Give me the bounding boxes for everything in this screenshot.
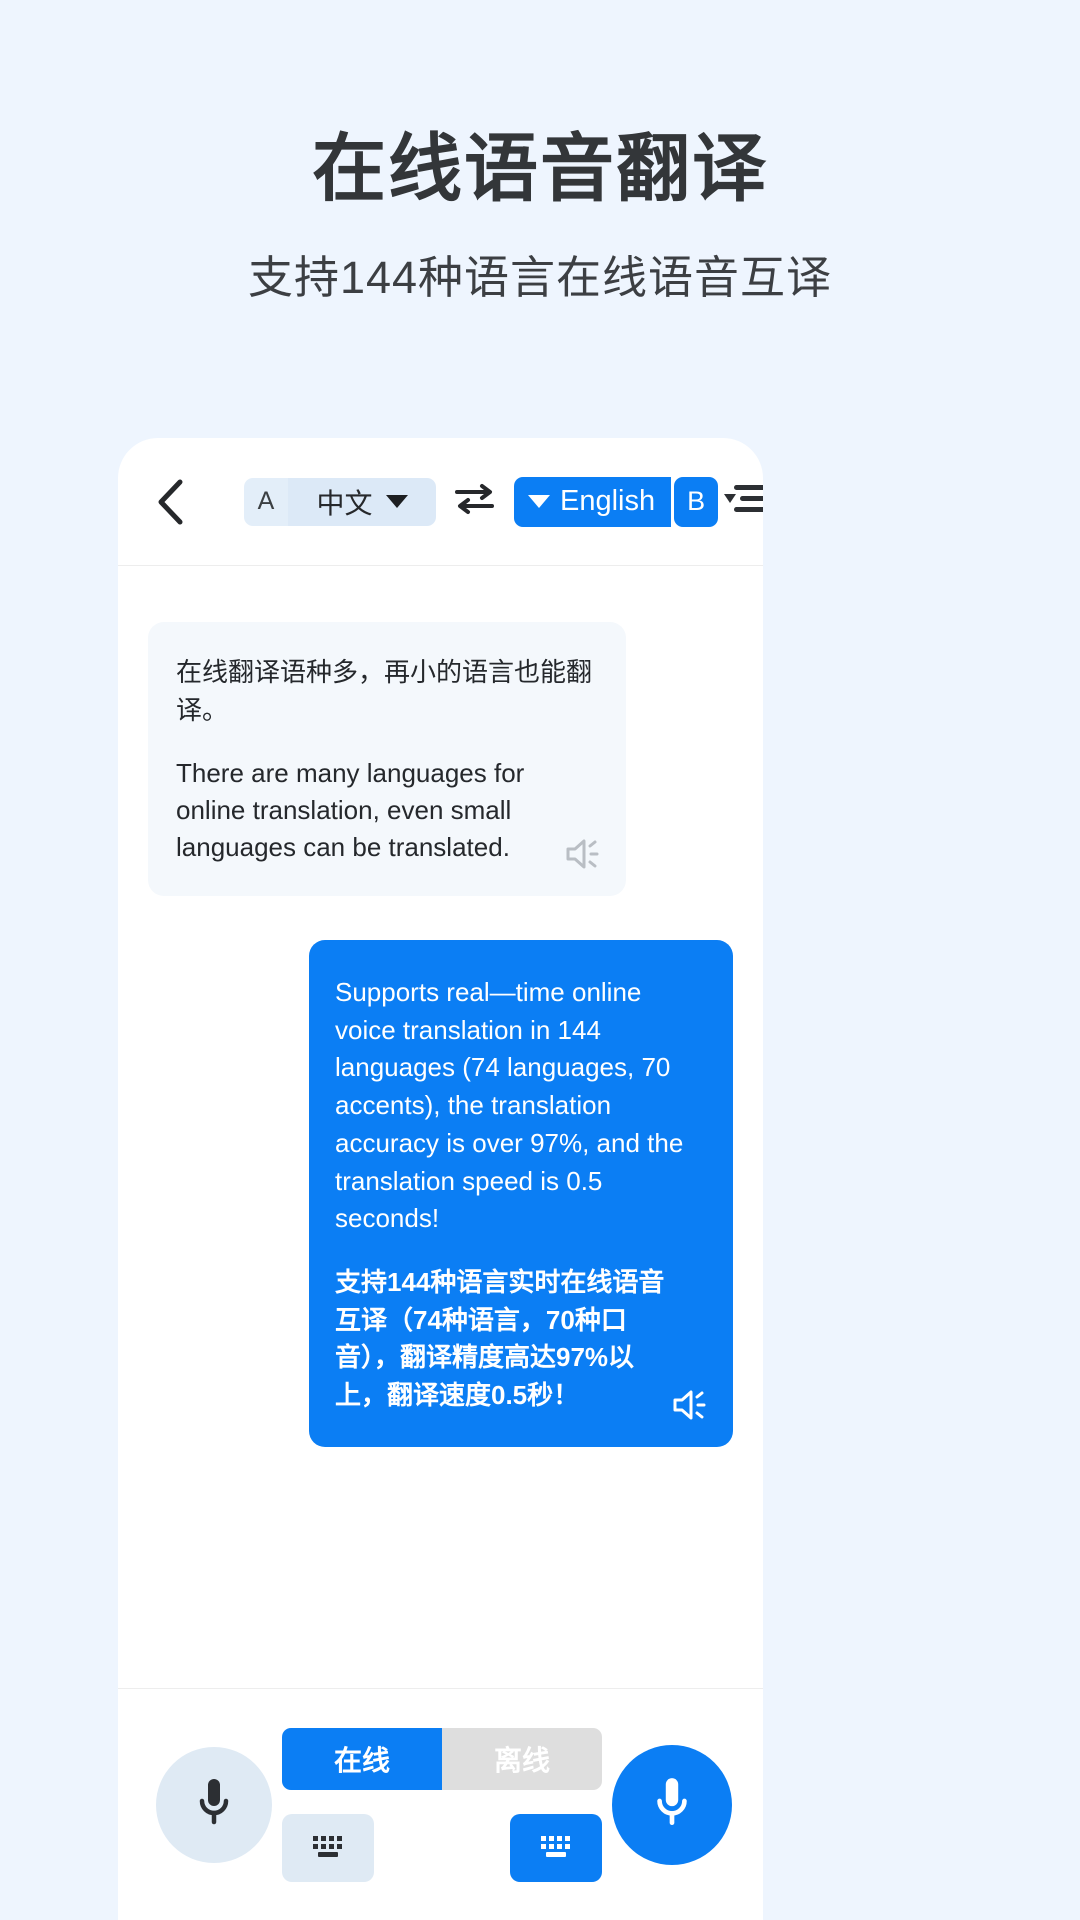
source-language-button[interactable]: 中文 [288,477,436,526]
mic-button-left[interactable] [156,1746,272,1863]
promo-screenshot: 在线语音翻译 支持144种语言在线语音互译 A 中文 English B 在线翻… [0,0,1080,1920]
bottom-toolbar: 在线 离线 [118,1688,763,1920]
speaker-icon[interactable] [671,1387,711,1423]
speaker-b-badge[interactable]: B [674,476,719,527]
language-selector-group: A 中文 English B [244,476,719,527]
speaker-icon[interactable] [564,836,604,872]
message-bubble-outgoing[interactable]: Supports real—time online voice translat… [309,940,733,1447]
mode-offline-tab[interactable]: 离线 [442,1727,602,1790]
keyboard-icon [533,1829,579,1866]
keyboard-button-right[interactable] [510,1813,602,1882]
phone-mockup: A 中文 English B 在线翻译语种多，再小的语言也能翻译。 There … [118,438,763,1920]
page-subtitle: 支持144种语言在线语音互译 [247,252,833,304]
message-source-text: Supports real—time online voice translat… [335,977,684,1234]
back-button[interactable] [146,479,192,525]
speaker-a-badge[interactable]: A [244,477,288,526]
microphone-icon [192,1774,236,1835]
mic-button-right[interactable] [612,1744,732,1865]
message-bubble-incoming[interactable]: 在线翻译语种多，再小的语言也能翻译。 There are many langua… [148,622,626,897]
message-translated-text: There are many languages for online tran… [176,758,525,863]
mode-and-keyboard-group: 在线 离线 [282,1727,602,1882]
keyboard-icon [305,1829,351,1866]
message-source-text: 在线翻译语种多，再小的语言也能翻译。 [176,657,593,725]
target-language-button[interactable]: English [514,476,672,527]
promo-header: 在线语音翻译 支持144种语言在线语音互译 [0,0,1080,306]
chevron-down-icon [528,495,550,508]
mode-toggle[interactable]: 在线 离线 [282,1727,602,1790]
conversation-list: 在线翻译语种多，再小的语言也能翻译。 There are many langua… [118,566,763,1688]
source-language-label: 中文 [316,487,373,519]
chevron-left-icon [154,479,184,525]
menu-button[interactable] [718,476,763,528]
message-translated-text: 支持144种语言实时在线语音互译（74种语言，70种口音），翻译精度高达97%以… [335,1266,665,1410]
page-title: 在线语音翻译 [312,127,768,210]
chevron-down-icon [385,495,408,508]
swap-arrows-icon [452,479,498,524]
keyboard-button-row [282,1813,602,1882]
target-language-label: English [560,485,656,517]
keyboard-button-left[interactable] [282,1813,374,1882]
mode-online-tab[interactable]: 在线 [282,1727,442,1790]
app-header: A 中文 English B [118,438,763,566]
microphone-icon [649,1773,695,1836]
swap-languages-button[interactable] [452,479,498,525]
list-menu-icon [720,478,763,525]
